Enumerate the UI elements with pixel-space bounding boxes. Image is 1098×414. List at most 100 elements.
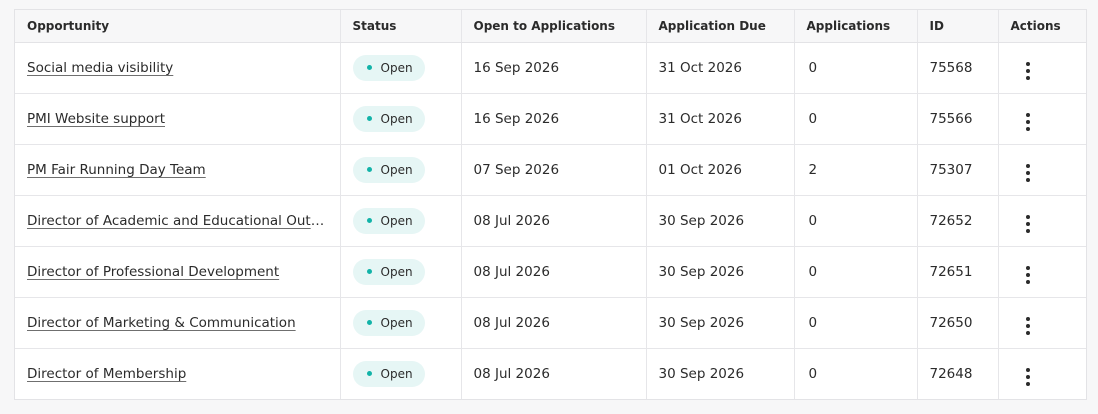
opportunity-link[interactable]: PMI Website support [27, 111, 328, 127]
opportunity-cell: PMI Website support [15, 93, 341, 144]
opportunity-cell: Director of Membership [15, 348, 341, 399]
more-vertical-icon[interactable] [1011, 60, 1040, 82]
applications-count-cell: 2 [794, 144, 918, 195]
status-dot-icon [366, 116, 372, 121]
applications-count-cell: 0 [794, 246, 918, 297]
header-applications[interactable]: Applications [794, 10, 918, 43]
application-due-cell: 01 Oct 2026 [646, 144, 795, 195]
status-label: Open [380, 264, 413, 279]
status-dot-icon [366, 65, 372, 70]
actions-cell [998, 144, 1086, 195]
status-cell: Open [340, 246, 462, 297]
id-cell: 75307 [917, 144, 999, 195]
applications-count-cell: 0 [794, 297, 918, 348]
status-badge: Open [352, 360, 425, 387]
status-cell: Open [340, 348, 462, 399]
status-badge: Open [352, 207, 425, 234]
table-row: PM Fair Running Day Team Open 07 Sep 202… [15, 144, 1086, 195]
application-due-cell: 31 Oct 2026 [646, 42, 795, 93]
applications-count-cell: 0 [794, 93, 918, 144]
opportunity-link[interactable]: Director of Marketing & Communication [27, 315, 328, 331]
application-due-cell: 30 Sep 2026 [646, 246, 795, 297]
opportunity-cell: Director of Professional Development [15, 246, 341, 297]
open-to-applications-cell: 08 Jul 2026 [461, 195, 647, 246]
opportunity-link[interactable]: Director of Academic and Educational Out… [27, 213, 328, 229]
status-cell: Open [340, 42, 462, 93]
actions-cell [998, 195, 1086, 246]
id-cell: 75566 [917, 93, 999, 144]
status-badge: Open [352, 309, 425, 336]
status-label: Open [380, 366, 413, 381]
id-cell: 75568 [917, 42, 999, 93]
status-cell: Open [340, 297, 462, 348]
header-status[interactable]: Status [340, 10, 462, 43]
id-cell: 72652 [917, 195, 999, 246]
status-label: Open [380, 213, 413, 228]
application-due-cell: 30 Sep 2026 [646, 348, 795, 399]
header-application-due[interactable]: Application Due [646, 10, 795, 43]
opportunity-cell: Director of Academic and Educational Out… [15, 195, 341, 246]
table-row: Director of Professional Development Ope… [15, 246, 1086, 297]
status-cell: Open [340, 93, 462, 144]
open-to-applications-cell: 08 Jul 2026 [461, 297, 647, 348]
application-due-cell: 30 Sep 2026 [646, 195, 795, 246]
more-vertical-icon[interactable] [1011, 213, 1040, 235]
status-dot-icon [366, 371, 372, 377]
open-to-applications-cell: 08 Jul 2026 [461, 348, 647, 399]
header-open-to-applications[interactable]: Open to Applications [461, 10, 647, 43]
open-to-applications-cell: 07 Sep 2026 [461, 144, 647, 195]
table-row: Social media visibility Open 16 Sep 2026… [15, 42, 1086, 93]
status-label: Open [380, 162, 413, 177]
opportunity-link[interactable]: Social media visibility [27, 60, 328, 76]
actions-cell [998, 246, 1086, 297]
opportunity-link[interactable]: Director of Professional Development [27, 264, 328, 280]
table-row: Director of Membership Open 08 Jul 2026 … [15, 348, 1086, 399]
more-vertical-icon[interactable] [1011, 162, 1040, 184]
open-to-applications-cell: 16 Sep 2026 [461, 93, 647, 144]
header-actions: Actions [998, 10, 1086, 43]
table-row: PMI Website support Open 16 Sep 2026 31 … [15, 93, 1086, 144]
status-dot-icon [366, 269, 372, 274]
applications-count-cell: 0 [794, 195, 918, 246]
actions-cell [998, 42, 1086, 93]
opportunity-cell: Social media visibility [15, 42, 341, 93]
more-vertical-icon[interactable] [1011, 111, 1040, 133]
status-cell: Open [340, 144, 462, 195]
opportunity-link[interactable]: Director of Membership [27, 366, 328, 382]
applications-count-cell: 0 [794, 42, 918, 93]
table-row: Director of Marketing & Communication Op… [15, 297, 1086, 348]
status-dot-icon [366, 167, 372, 172]
application-due-cell: 30 Sep 2026 [646, 297, 795, 348]
opportunity-cell: Director of Marketing & Communication [15, 297, 341, 348]
opportunity-cell: PM Fair Running Day Team [15, 144, 341, 195]
actions-cell [998, 348, 1086, 399]
application-due-cell: 31 Oct 2026 [646, 93, 795, 144]
actions-cell [998, 93, 1086, 144]
status-badge: Open [352, 54, 425, 81]
more-vertical-icon[interactable] [1011, 315, 1040, 337]
more-vertical-icon[interactable] [1011, 264, 1040, 286]
open-to-applications-cell: 16 Sep 2026 [461, 42, 647, 93]
status-dot-icon [366, 320, 372, 325]
status-dot-icon [366, 218, 372, 223]
table-header-row: Opportunity Status Open to Applications … [15, 10, 1086, 43]
status-cell: Open [340, 195, 462, 246]
status-badge: Open [352, 105, 425, 132]
applications-count-cell: 0 [794, 348, 918, 399]
opportunities-table: Opportunity Status Open to Applications … [15, 10, 1086, 399]
status-label: Open [380, 60, 413, 75]
status-label: Open [380, 111, 413, 126]
actions-cell [998, 297, 1086, 348]
opportunities-table-container: Opportunity Status Open to Applications … [14, 9, 1087, 400]
status-badge: Open [352, 258, 425, 285]
more-vertical-icon[interactable] [1011, 366, 1040, 388]
open-to-applications-cell: 08 Jul 2026 [461, 246, 647, 297]
id-cell: 72650 [917, 297, 999, 348]
table-row: Director of Academic and Educational Out… [15, 195, 1086, 246]
status-label: Open [380, 315, 413, 330]
header-id[interactable]: ID [917, 10, 999, 43]
id-cell: 72651 [917, 246, 999, 297]
opportunity-link[interactable]: PM Fair Running Day Team [27, 162, 328, 178]
id-cell: 72648 [917, 348, 999, 399]
header-opportunity[interactable]: Opportunity [15, 10, 341, 43]
